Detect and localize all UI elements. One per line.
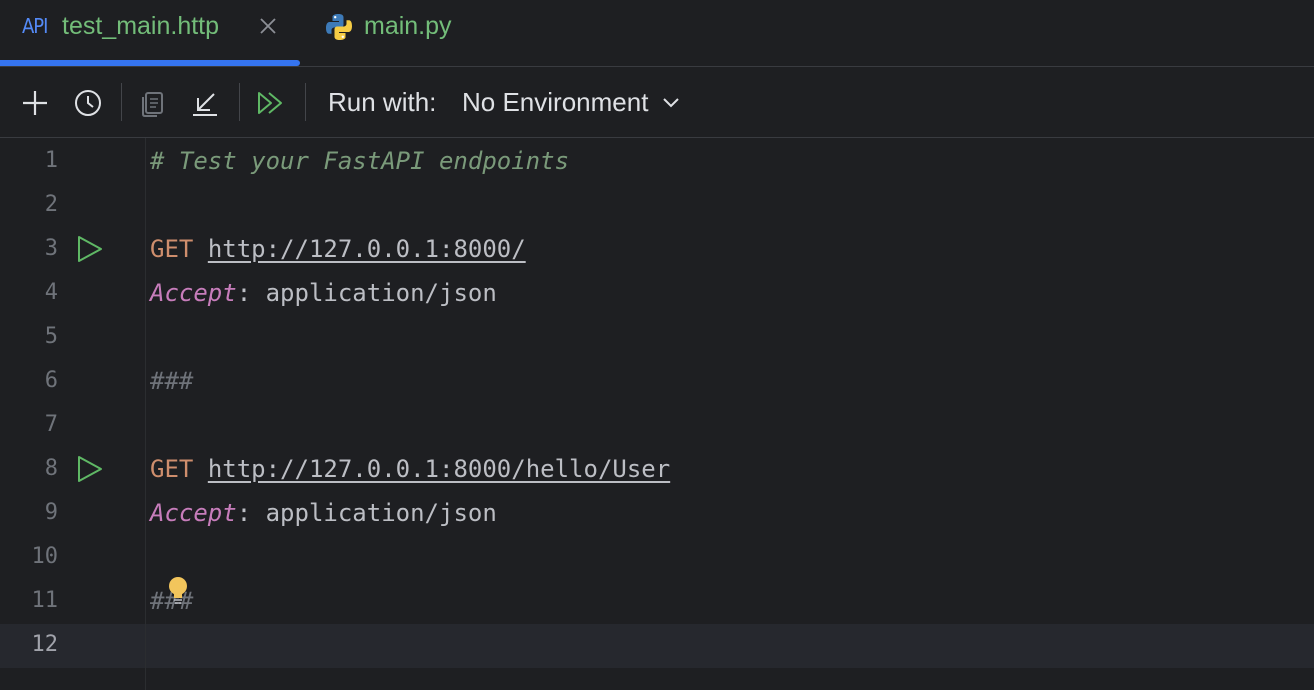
header-colon: :: [236, 279, 252, 307]
python-icon: [326, 14, 352, 40]
run-request-icon[interactable]: [74, 454, 104, 484]
editor-tab-bar: API test_main.http main.py: [0, 0, 1314, 66]
api-icon: API: [22, 14, 48, 38]
code-line: 8 GET http://127.0.0.1:8000/hello/User: [0, 448, 1314, 492]
copy-button[interactable]: [137, 87, 169, 119]
chevron-down-icon: [663, 97, 680, 107]
line-number: 11: [31, 588, 59, 613]
line-number: 10: [31, 544, 59, 569]
header-name: Accept: [150, 279, 237, 307]
request-line: GET http://127.0.0.1:8000/: [150, 235, 526, 263]
lightbulb-icon[interactable]: [166, 576, 190, 606]
tab-title: test_main.http: [62, 12, 220, 40]
code-line: 11 ###: [0, 577, 1314, 624]
line-number: 4: [44, 280, 58, 305]
tab-title: main.py: [364, 12, 452, 40]
header-colon: :: [236, 499, 252, 527]
line-number: 3: [44, 236, 58, 261]
code-line: 4 Accept: application/json: [0, 272, 1314, 316]
header-line: Accept: application/json: [150, 279, 497, 307]
request-url[interactable]: http://127.0.0.1:8000/hello/User: [208, 455, 670, 483]
line-number: 7: [44, 412, 58, 437]
code-line-current: 12: [0, 624, 1314, 668]
toolbar-separator: [239, 83, 240, 121]
comment-text: # Test your FastAPI endpoints: [150, 147, 570, 175]
history-button[interactable]: [72, 87, 104, 119]
header-value: application/json: [251, 499, 497, 527]
gutter-divider: [145, 138, 146, 690]
environment-dropdown[interactable]: No Environment: [462, 87, 680, 118]
header-value: application/json: [251, 279, 497, 307]
line-number: 5: [44, 324, 58, 349]
code-line: 7: [0, 404, 1314, 448]
request-line: GET http://127.0.0.1:8000/hello/User: [150, 455, 670, 483]
line-number: 6: [44, 368, 58, 393]
import-icon: [193, 93, 217, 116]
copy-icon: [142, 92, 163, 117]
run-all-icon: [258, 92, 282, 114]
add-icon: [23, 91, 47, 115]
code-line: 6 ###: [0, 360, 1314, 404]
run-with-label: Run with:: [328, 87, 437, 117]
code-line: 3 GET http://127.0.0.1:8000/: [0, 228, 1314, 272]
code-line: 1 # Test your FastAPI endpoints: [0, 140, 1314, 184]
code-line: 2: [0, 184, 1314, 228]
http-client-toolbar: Run with: No Environment: [0, 67, 1314, 137]
environment-value: No Environment: [462, 87, 649, 117]
run-all-button[interactable]: [255, 87, 287, 119]
toolbar-separator: [121, 83, 122, 121]
close-icon[interactable]: [256, 14, 280, 38]
code-line: 9 Accept: application/json: [0, 492, 1314, 536]
line-number: 2: [44, 192, 58, 217]
code-line: 5: [0, 316, 1314, 360]
http-method: GET: [150, 235, 194, 263]
request-separator: ###: [150, 367, 194, 395]
request-url[interactable]: http://127.0.0.1:8000/: [208, 235, 526, 263]
http-method: GET: [150, 455, 194, 483]
line-number: 8: [44, 456, 58, 481]
code-line: 10: [0, 536, 1314, 580]
header-line: Accept: application/json: [150, 499, 497, 527]
history-icon: [75, 90, 101, 116]
header-name: Accept: [150, 499, 237, 527]
import-button[interactable]: [189, 87, 221, 119]
tab-test-main-http[interactable]: API test_main.http: [0, 0, 300, 60]
line-number: 1: [44, 148, 58, 173]
add-request-button[interactable]: [19, 87, 51, 119]
toolbar-separator: [305, 83, 306, 121]
run-request-icon[interactable]: [74, 234, 104, 264]
code-editor[interactable]: 1 # Test your FastAPI endpoints 2 3 GET …: [0, 138, 1314, 690]
line-number: 9: [44, 500, 58, 525]
line-number: 12: [31, 632, 59, 657]
